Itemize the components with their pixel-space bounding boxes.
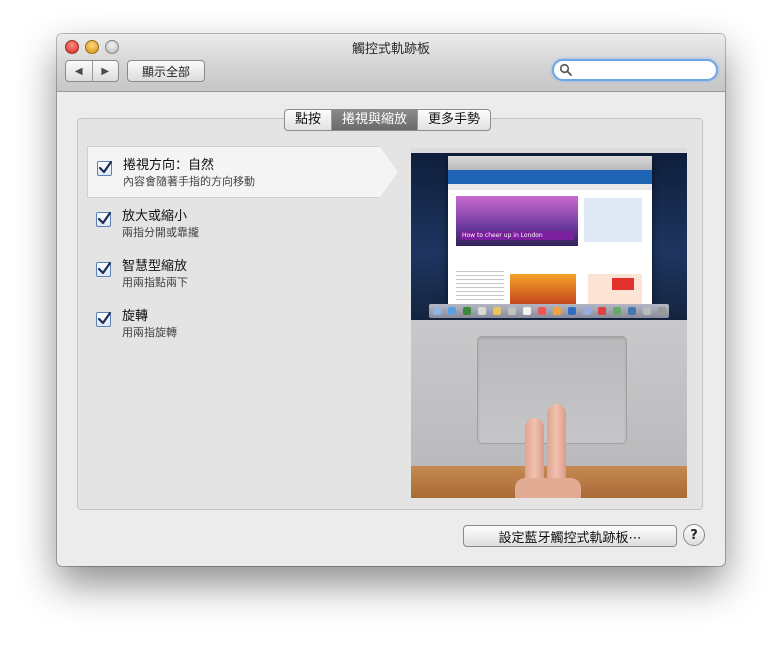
tab-more-gestures[interactable]: 更多手勢: [418, 110, 490, 130]
option-title: 捲視方向：自然: [123, 158, 215, 173]
preferences-window: 觸控式軌跡板 ◀ ▶ 顯示全部 點按 捲視與縮放 更多手勢 捲視方向：自然 內容…: [57, 34, 725, 566]
show-all-button[interactable]: 顯示全部: [127, 60, 205, 82]
dock-icon: [522, 307, 531, 315]
option-rotate[interactable]: 旋轉 用兩指旋轉: [87, 298, 377, 344]
tab-scroll-zoom[interactable]: 捲視與縮放: [332, 110, 419, 130]
preview-dock: [429, 304, 669, 318]
dock-icon: [462, 307, 471, 315]
zoom-in-out-checkbox[interactable]: [96, 211, 112, 227]
option-subtitle: 內容會隨著手指的方向移動: [123, 175, 255, 188]
dock-icon: [552, 307, 561, 315]
option-subtitle: 兩指分開或靠攏: [122, 226, 199, 239]
preview-hero-caption: How to cheer up in London: [460, 231, 574, 240]
preview-hero-image: How to cheer up in London: [456, 196, 578, 246]
preview-menubar: [411, 148, 687, 153]
option-scroll-direction[interactable]: 捲視方向：自然 內容會隨著手指的方向移動: [87, 146, 398, 198]
option-subtitle: 用兩指點兩下: [122, 276, 188, 289]
dock-icon: [657, 307, 666, 315]
option-title: 旋轉: [122, 309, 149, 324]
preview-site-header: [448, 170, 652, 184]
option-smart-zoom[interactable]: 智慧型縮放 用兩指點兩下: [87, 248, 377, 294]
dock-icon: [447, 307, 456, 315]
dock-icon: [492, 307, 501, 315]
option-title: 放大或縮小: [122, 209, 188, 224]
preview-ad-block: [588, 274, 642, 304]
checkmark-icon: [98, 160, 113, 174]
option-zoom-in-out[interactable]: 放大或縮小 兩指分開或靠攏: [87, 198, 377, 244]
preview-sunset-image: [510, 274, 576, 304]
forward-button[interactable]: ▶: [93, 61, 119, 81]
search-field[interactable]: [552, 59, 718, 81]
preview-browser-toolbar: [448, 156, 652, 170]
option-subtitle: 用兩指旋轉: [122, 326, 177, 339]
dock-icon: [582, 307, 591, 315]
smart-zoom-checkbox[interactable]: [96, 261, 112, 277]
search-icon: [559, 63, 572, 76]
dock-icon: [627, 307, 636, 315]
chevron-left-icon: ◀: [74, 65, 83, 77]
preview-ad-badge: [612, 278, 634, 290]
preview-text-block: [456, 268, 504, 302]
tab-bar: 點按 捲視與縮放 更多手勢: [284, 109, 492, 131]
scroll-direction-checkbox[interactable]: [97, 160, 113, 176]
dock-icon: [642, 307, 651, 315]
dock-icon: [537, 307, 546, 315]
dock-icon: [477, 307, 486, 315]
setup-bluetooth-trackpad-button[interactable]: 設定藍牙觸控式軌跡板⋯: [463, 525, 677, 547]
dock-icon: [612, 307, 621, 315]
dock-icon: [432, 307, 441, 315]
gesture-preview-video: How to cheer up in London: [411, 148, 687, 498]
option-title: 智慧型縮放: [122, 259, 188, 274]
checkmark-icon: [97, 311, 112, 325]
preview-screen: How to cheer up in London: [411, 148, 687, 320]
help-button[interactable]: ?: [683, 524, 705, 546]
question-mark-icon: ?: [690, 527, 698, 543]
titlebar: 觸控式軌跡板 ◀ ▶ 顯示全部: [57, 34, 725, 92]
history-nav: ◀ ▶: [65, 60, 119, 82]
dock-icon: [597, 307, 606, 315]
checkmark-icon: [97, 211, 112, 225]
rotate-checkbox[interactable]: [96, 311, 112, 327]
checkmark-icon: [97, 261, 112, 275]
back-button[interactable]: ◀: [66, 61, 93, 81]
chevron-right-icon: ▶: [101, 65, 110, 77]
preview-site-nav: [448, 184, 652, 190]
tab-click[interactable]: 點按: [285, 110, 333, 130]
dock-icon: [507, 307, 516, 315]
window-title: 觸控式軌跡板: [351, 42, 430, 57]
preview-hand: [515, 478, 581, 498]
search-input[interactable]: [576, 62, 714, 78]
preview-browser-window: How to cheer up in London: [448, 156, 652, 304]
preview-map-image: [584, 198, 642, 242]
dock-icon: [567, 307, 576, 315]
